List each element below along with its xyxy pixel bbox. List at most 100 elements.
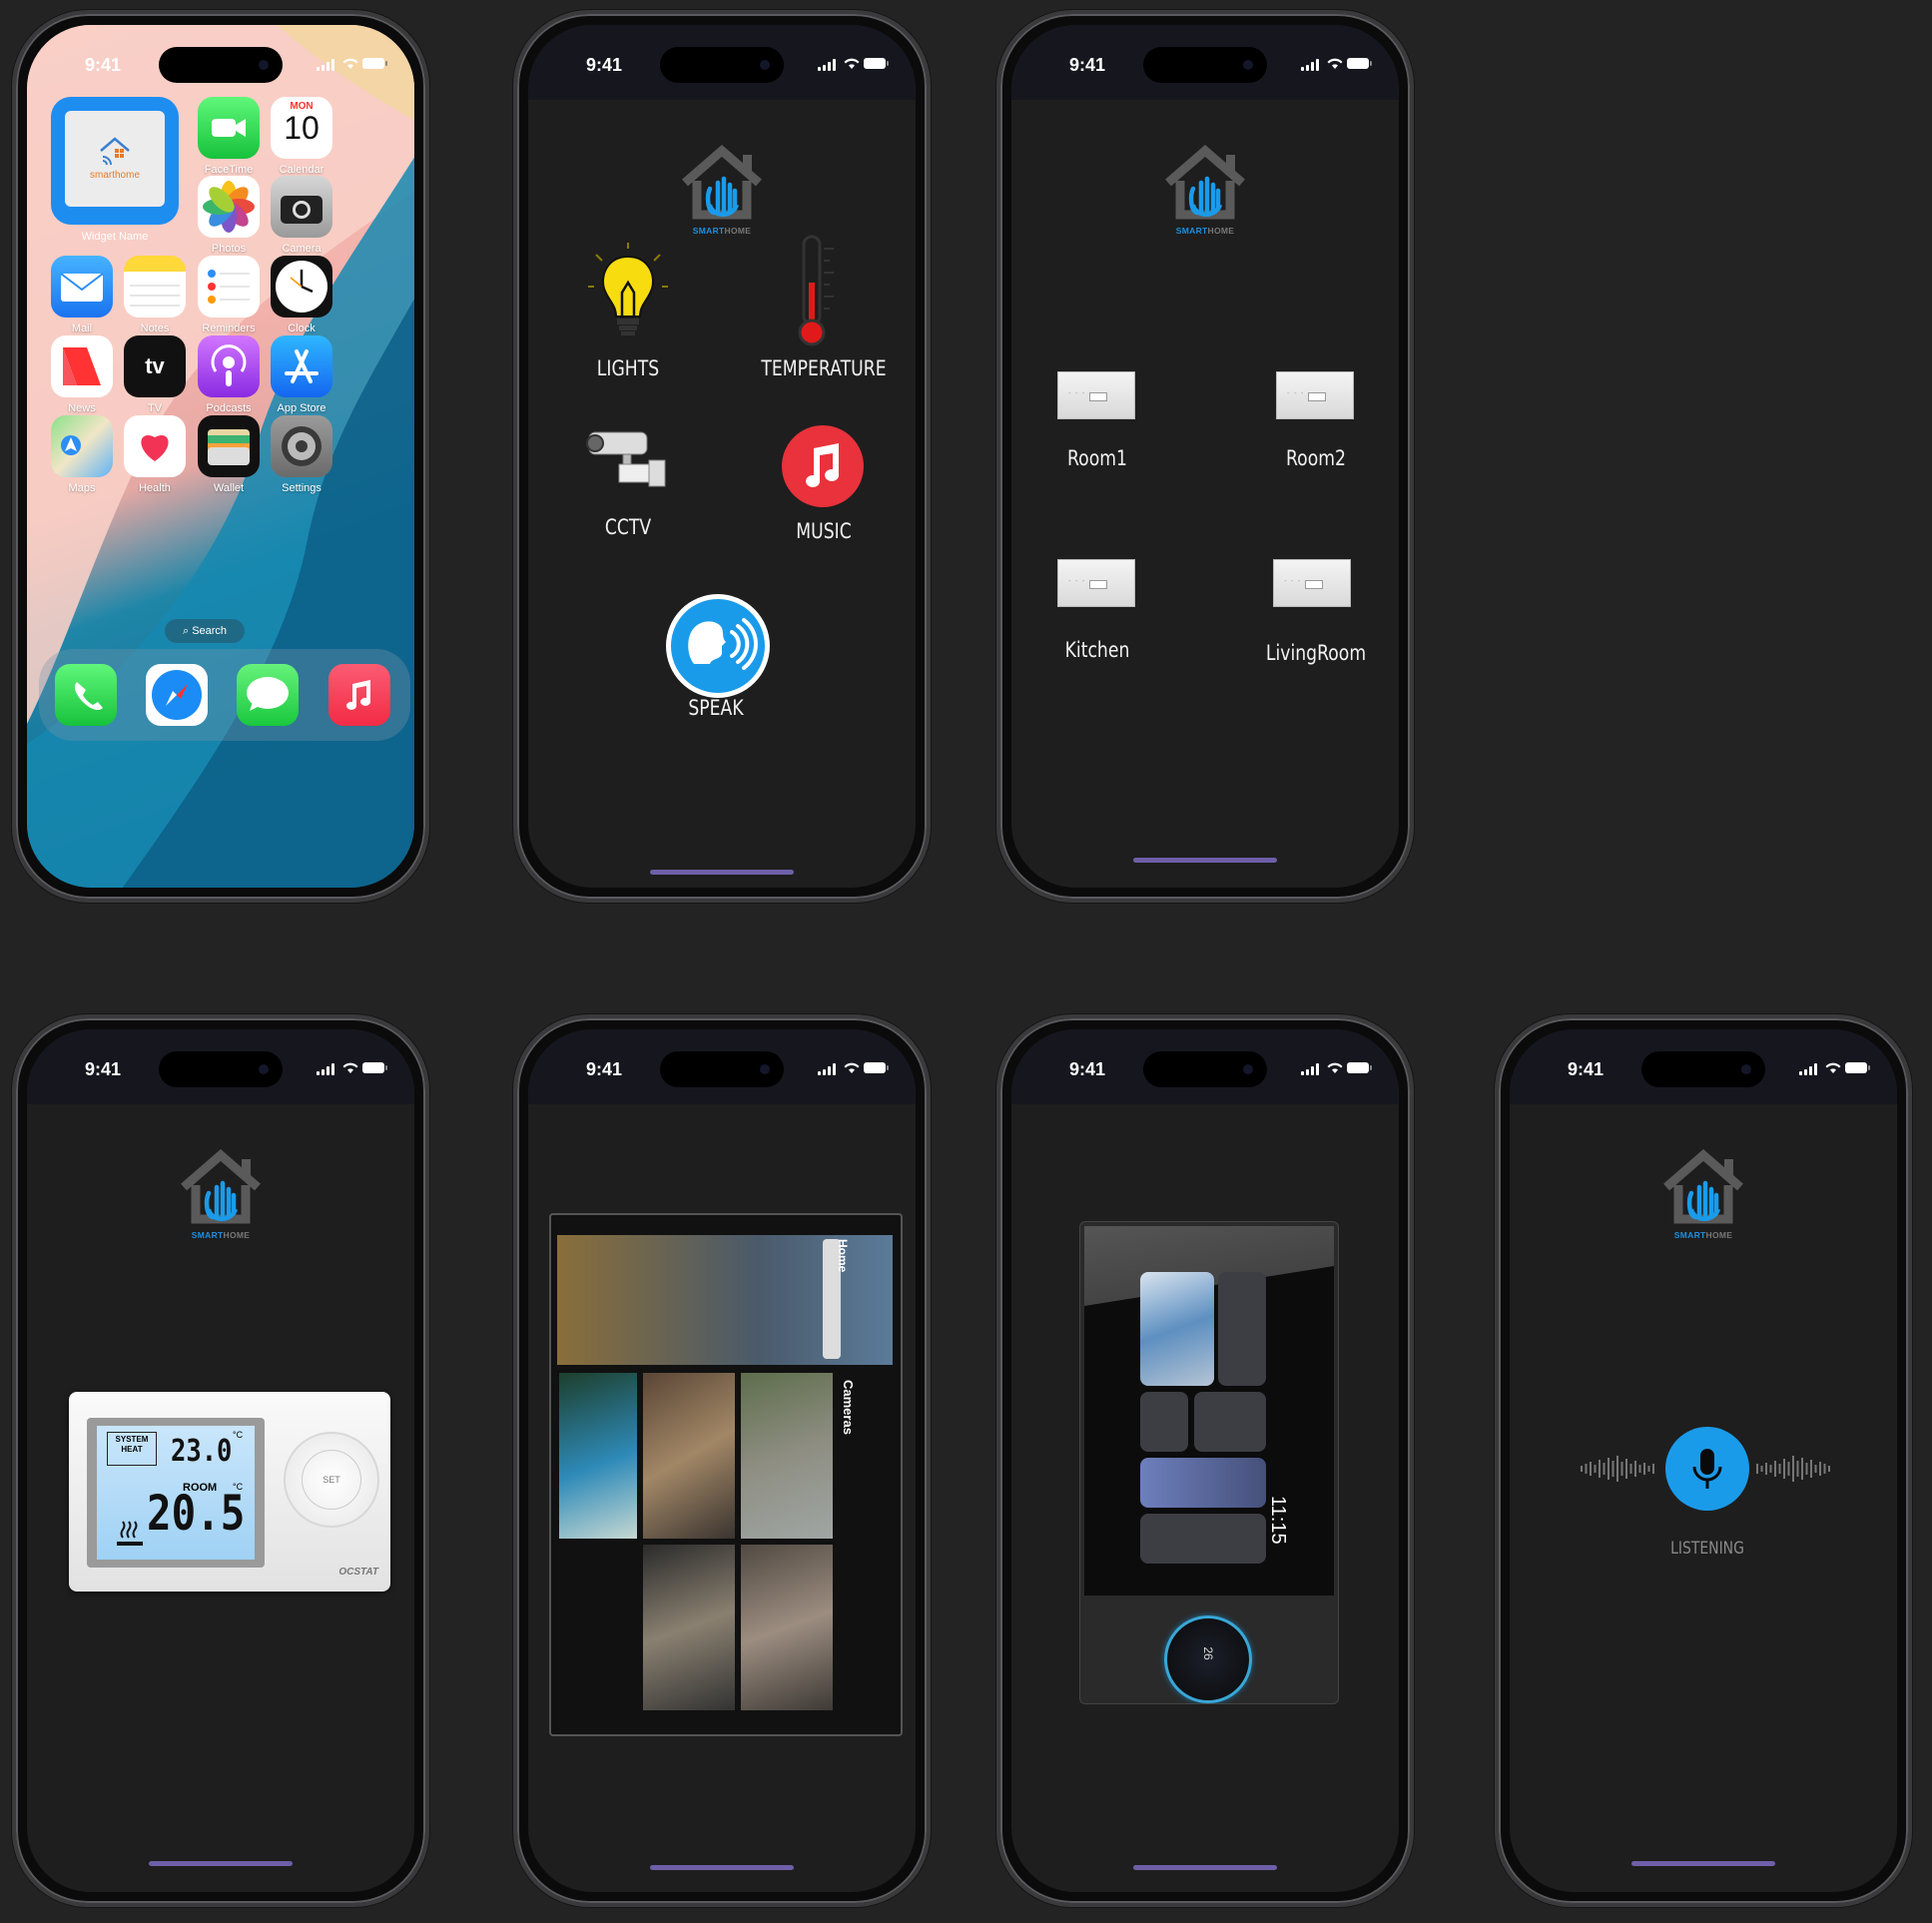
app-podcasts[interactable]: Podcasts xyxy=(190,335,268,414)
app-label: News xyxy=(68,402,96,414)
mail-icon xyxy=(51,256,113,318)
home-indicator[interactable] xyxy=(650,870,794,875)
wifi-icon xyxy=(342,58,358,69)
tv-glyph: tv xyxy=(145,353,165,378)
search-pill[interactable]: ⌕ Search xyxy=(165,619,245,643)
wifi-icon xyxy=(1327,58,1343,69)
logo-wordmark: SMARTHOME xyxy=(1175,226,1235,236)
app-label: Settings xyxy=(282,482,322,494)
smarthome-logo-icon xyxy=(1663,1149,1743,1224)
logo-wordmark: SMARTHOME xyxy=(1673,1230,1733,1240)
panel-dial[interactable]: 26 xyxy=(1164,1615,1252,1703)
music-screen: 9:41 11:15 26 xyxy=(1011,1029,1399,1892)
reminders-icon xyxy=(198,256,260,318)
dynamic-island xyxy=(159,1051,283,1087)
wifi-icon xyxy=(342,1062,358,1073)
music-note-icon xyxy=(782,425,864,507)
safari-icon[interactable] xyxy=(146,664,208,726)
room1-switch[interactable] xyxy=(1057,371,1135,419)
app-news[interactable]: News xyxy=(43,335,121,414)
app-label: TV xyxy=(147,402,163,414)
panel-card-5 xyxy=(1140,1514,1266,1564)
app-label: Photos xyxy=(211,243,247,255)
mic-button[interactable] xyxy=(1665,1427,1749,1511)
kitchen-switch[interactable] xyxy=(1057,559,1135,607)
set-knob[interactable]: SET xyxy=(284,1432,379,1528)
app-mail[interactable]: Mail xyxy=(43,256,121,334)
cam-feed-living[interactable] xyxy=(741,1545,833,1710)
control-panel-device[interactable]: 11:15 26 xyxy=(1079,1221,1339,1704)
app-reminders[interactable]: Reminders xyxy=(190,256,268,334)
tablet-home-title: Home xyxy=(836,1239,850,1273)
app-label: Maps xyxy=(68,482,96,494)
app-facetime[interactable]: FaceTime xyxy=(190,97,268,176)
battery-icon xyxy=(864,1062,889,1073)
cam-feed-yard[interactable] xyxy=(741,1373,833,1539)
dynamic-island xyxy=(1641,1051,1765,1087)
smarthome-logo-icon xyxy=(1165,145,1245,220)
phone-speak-screen: 9:41 SMARTHOME LISTENING xyxy=(1495,1014,1912,1907)
app-label: Reminders xyxy=(202,322,256,334)
maps-icon xyxy=(51,415,113,477)
home-indicator[interactable] xyxy=(650,1865,794,1870)
signal-icon xyxy=(1799,1063,1819,1075)
widget-name: Widget Name xyxy=(81,231,149,243)
dynamic-island xyxy=(1143,1051,1267,1087)
dynamic-island xyxy=(1143,47,1267,83)
clock-icon xyxy=(271,256,332,318)
thermostat-device[interactable]: SYSTEM HEAT 23.0 °C ROOM °C 20.5 SET OCST… xyxy=(69,1392,390,1592)
status-time: 9:41 xyxy=(1069,55,1106,75)
livingroom-switch[interactable] xyxy=(1273,559,1351,607)
smarthome-logo-icon xyxy=(100,137,130,166)
phone-lights-screen: 9:41 SMARTHOME Room1 Room2 Kitchen Livin… xyxy=(996,10,1414,903)
mode-label: HEAT xyxy=(121,1445,143,1454)
app-camera[interactable]: Camera xyxy=(263,176,340,255)
unit-label-1: °C xyxy=(233,1430,244,1440)
battery-icon xyxy=(1347,58,1372,69)
cctv-camera-icon xyxy=(586,431,666,487)
speak-label: SPEAK xyxy=(688,696,744,720)
set-knob-label: SET xyxy=(302,1450,361,1510)
wifi-icon xyxy=(1825,1062,1841,1073)
home-indicator[interactable] xyxy=(1133,858,1277,863)
smarthome-logo: SMARTHOME xyxy=(1160,143,1250,236)
room2-switch[interactable] xyxy=(1276,371,1354,419)
app-clock[interactable]: Clock xyxy=(263,256,340,334)
widget-brand: smarthome xyxy=(89,170,140,181)
camera-tablet[interactable]: Home Cameras xyxy=(549,1213,903,1736)
home-indicator[interactable] xyxy=(1133,1865,1277,1870)
status-time: 9:41 xyxy=(85,1059,122,1079)
phone-icon[interactable] xyxy=(55,664,117,726)
status-icons xyxy=(818,1061,889,1075)
smarthome-widget[interactable]: smarthome xyxy=(51,97,179,225)
speak-button[interactable] xyxy=(658,594,778,704)
app-settings[interactable]: Settings xyxy=(263,415,340,494)
messages-icon[interactable] xyxy=(237,664,299,726)
home-indicator[interactable] xyxy=(1631,1861,1775,1866)
cam-feed-office[interactable] xyxy=(643,1545,735,1710)
app-tv[interactable]: tv TV xyxy=(116,335,194,414)
app-maps[interactable]: Maps xyxy=(43,415,121,494)
app-label: Notes xyxy=(140,322,170,334)
app-calendar[interactable]: MON 10 Calendar xyxy=(263,97,340,176)
status-icons xyxy=(317,1061,387,1075)
cam-feed-pool[interactable] xyxy=(559,1373,637,1539)
status-time: 9:41 xyxy=(85,55,122,75)
notes-icon xyxy=(124,256,186,318)
app-health[interactable]: Health xyxy=(116,415,194,494)
dynamic-island xyxy=(660,1051,784,1087)
health-icon xyxy=(124,415,186,477)
app-notes[interactable]: Notes xyxy=(116,256,194,334)
music-icon[interactable] xyxy=(328,664,390,726)
app-app-store[interactable]: App Store xyxy=(263,335,340,414)
search-label: Search xyxy=(192,625,228,637)
signal-icon xyxy=(317,59,336,71)
room2-label: Room2 xyxy=(1285,446,1346,470)
music-label: MUSIC xyxy=(796,519,852,543)
app-photos[interactable]: Photos xyxy=(190,176,268,255)
home-indicator[interactable] xyxy=(149,1861,293,1866)
status-icons xyxy=(818,57,889,71)
phone-temperature-screen: 9:41 SMARTHOME SYSTEM HEAT 23.0 °C ROOM °… xyxy=(12,1014,429,1907)
app-wallet[interactable]: Wallet xyxy=(190,415,268,494)
cam-feed-garage[interactable] xyxy=(643,1373,735,1539)
